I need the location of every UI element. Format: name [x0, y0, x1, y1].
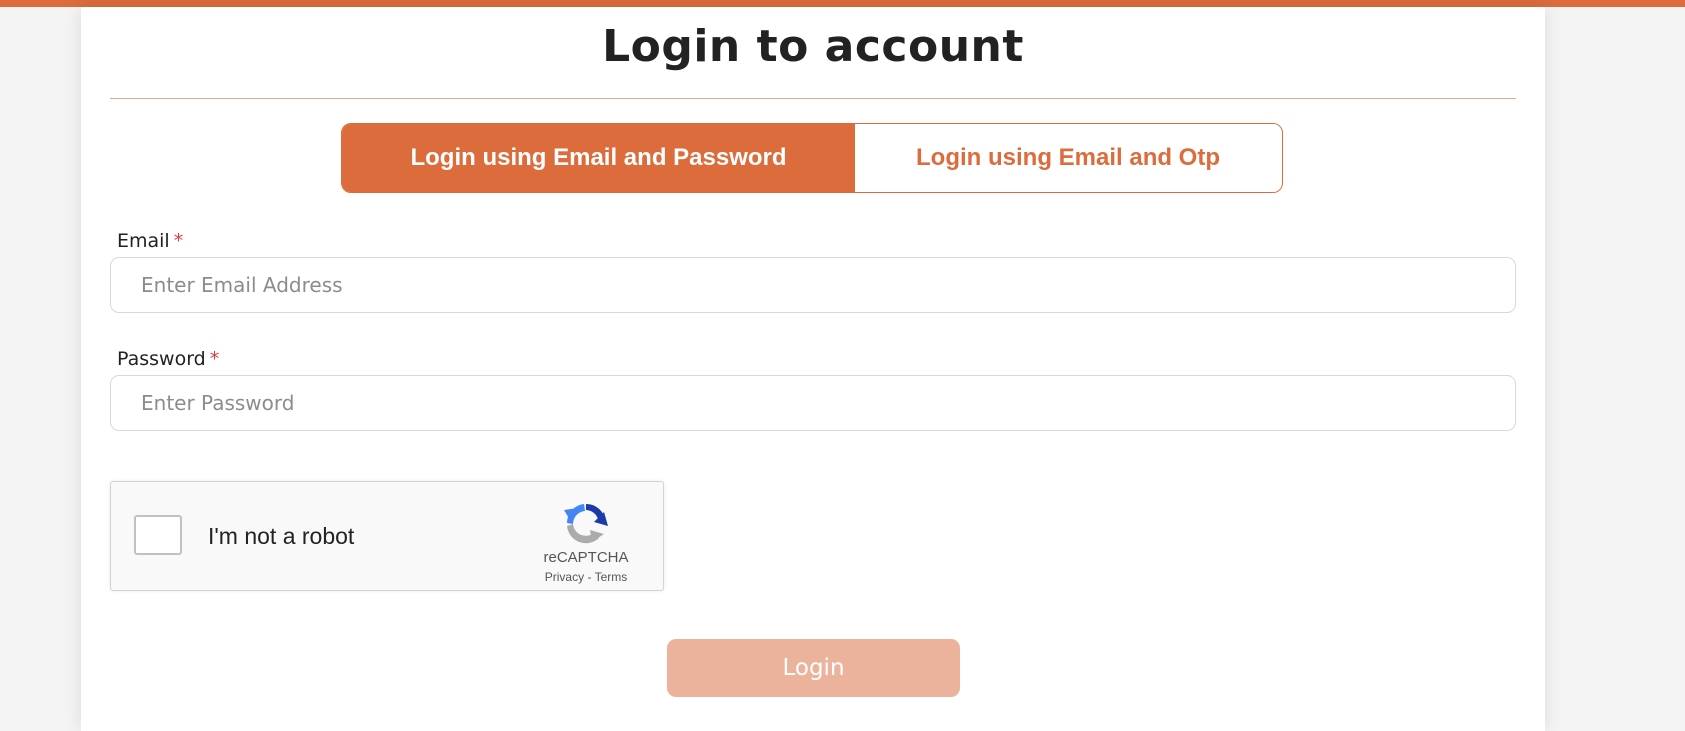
- email-label-text: Email: [117, 230, 170, 252]
- tab-email-otp[interactable]: Login using Email and Otp: [855, 124, 1281, 192]
- page-title: Login to account: [602, 21, 1024, 72]
- recaptcha-link-separator: -: [584, 570, 595, 584]
- recaptcha-privacy-link[interactable]: Privacy: [545, 570, 584, 584]
- title-divider: [110, 98, 1516, 99]
- recaptcha-terms-link[interactable]: Terms: [595, 570, 628, 584]
- password-field[interactable]: [110, 375, 1516, 431]
- recaptcha-brand: reCAPTCHA: [543, 549, 629, 566]
- password-label-text: Password: [117, 348, 206, 370]
- email-field[interactable]: [110, 257, 1516, 313]
- password-required-marker: *: [209, 348, 220, 370]
- recaptcha-label: I'm not a robot: [208, 523, 355, 549]
- recaptcha-links: Privacy - Terms: [516, 570, 656, 584]
- login-method-tabs: Login using Email and Password Login usi…: [341, 123, 1283, 193]
- email-required-marker: *: [173, 230, 184, 252]
- login-card: Login to account Login using Email and P…: [81, 7, 1545, 731]
- tab-email-password[interactable]: Login using Email and Password: [342, 124, 855, 192]
- password-label: Password *: [117, 348, 219, 370]
- recaptcha-widget: I'm not a robot reCAPTCHA Privacy - Term…: [110, 481, 664, 591]
- email-label: Email *: [117, 230, 183, 252]
- recaptcha-checkbox[interactable]: [134, 515, 182, 555]
- top-accent-bar: [0, 0, 1685, 7]
- login-button[interactable]: Login: [667, 639, 960, 697]
- recaptcha-logo-icon: [556, 498, 616, 548]
